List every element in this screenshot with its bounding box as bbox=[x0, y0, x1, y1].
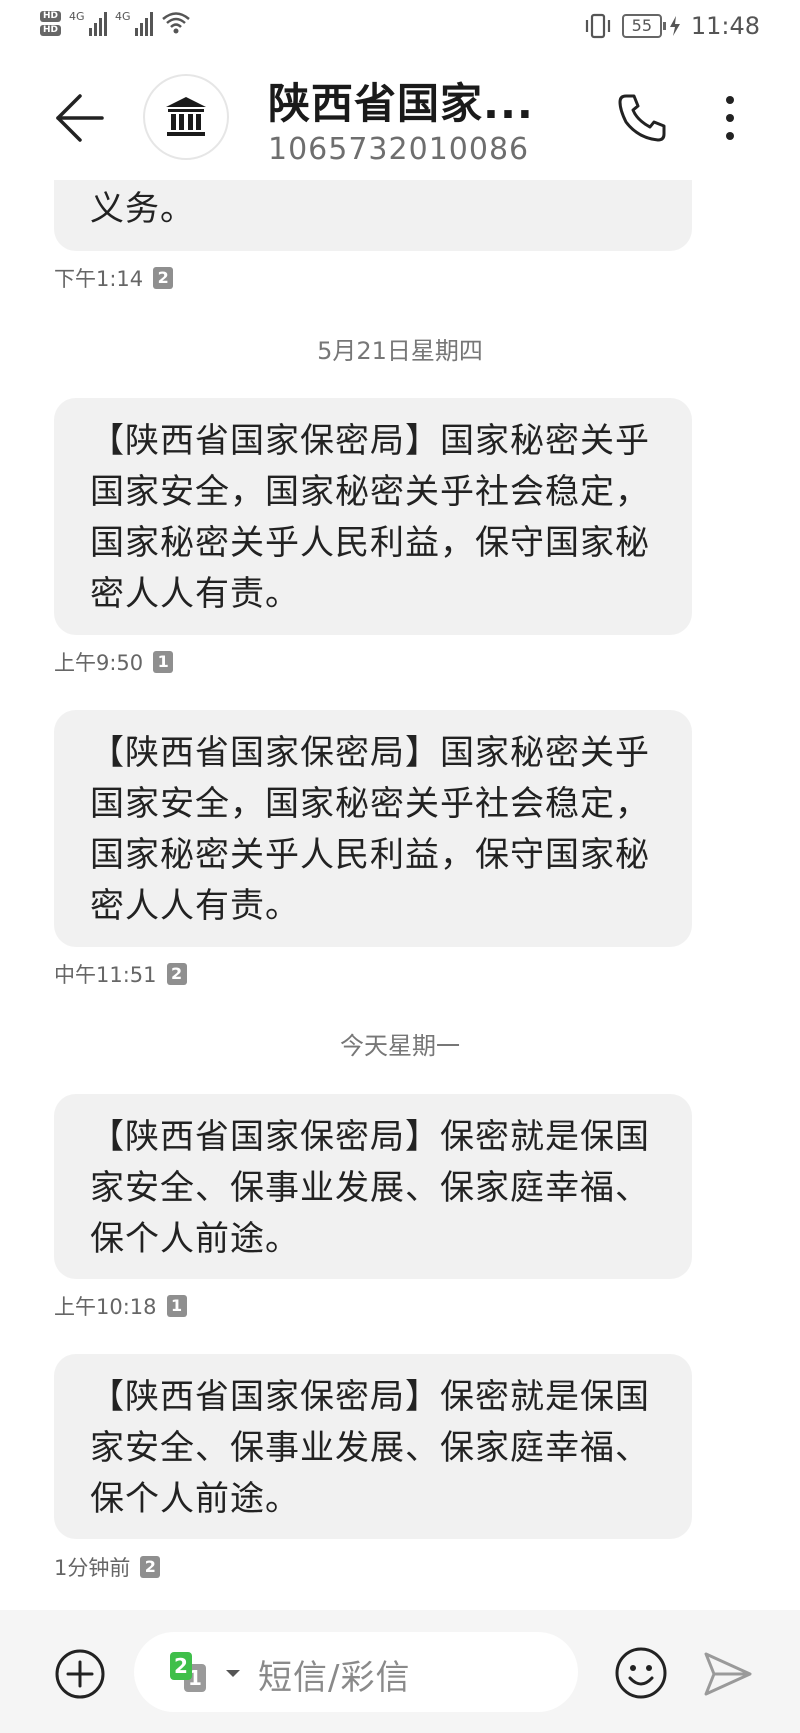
message-text: 义务。 bbox=[90, 189, 195, 229]
message-input[interactable]: 1 2 短信/彩信 bbox=[134, 1632, 578, 1712]
message-time: 上午10:18 bbox=[54, 1295, 157, 1319]
send-icon[interactable] bbox=[702, 1650, 754, 1698]
status-left: HD HD 4G 4G bbox=[40, 10, 191, 36]
message-text: 【陕西省国家保密局】保密就是保国家安全、保事业发展、保家庭幸福、保个人前途。 bbox=[90, 1377, 650, 1519]
conversation-header: 陕西省国家... 1065732010086 bbox=[0, 60, 800, 180]
hd-badge-2: HD bbox=[40, 24, 62, 36]
sim-badge: 2 bbox=[153, 267, 174, 289]
plus-circle-icon[interactable] bbox=[54, 1648, 106, 1700]
contact-number: 1065732010086 bbox=[268, 132, 530, 167]
message-meta: 下午1:14 2 bbox=[54, 263, 174, 293]
message-meta: 中午11:51 2 bbox=[54, 959, 187, 989]
hd-badge-1: HD bbox=[40, 10, 62, 22]
message-time: 下午1:14 bbox=[54, 267, 144, 291]
clock: 11:48 bbox=[690, 12, 760, 40]
message-text: 【陕西省国家保密局】国家秘密关乎国家安全，国家秘密关乎社会稳定，国家秘密关乎人民… bbox=[90, 733, 650, 926]
sim-switch-button[interactable]: 1 2 bbox=[170, 1652, 218, 1694]
signal-1-icon: 4G bbox=[69, 10, 108, 36]
network-type-2: 4G bbox=[115, 10, 131, 23]
message-meta: 上午10:18 1 bbox=[54, 1291, 187, 1321]
bank-icon bbox=[166, 97, 206, 136]
battery-level: 55 bbox=[621, 14, 662, 38]
chevron-down-icon[interactable] bbox=[226, 1670, 240, 1677]
sim-badge: 1 bbox=[166, 1295, 187, 1317]
more-vertical-icon[interactable] bbox=[710, 90, 750, 146]
message-bubble[interactable]: 【陕西省国家保密局】保密就是保国家安全、保事业发展、保家庭幸福、保个人前途。 bbox=[54, 1354, 692, 1539]
date-separator: 今天星期一 bbox=[340, 1032, 460, 1060]
emoji-icon[interactable] bbox=[614, 1646, 668, 1700]
hd-indicators: HD HD bbox=[40, 10, 62, 36]
sim-badge: 1 bbox=[153, 651, 174, 673]
signal-2-icon: 4G bbox=[115, 10, 154, 36]
sim-primary-badge: 2 bbox=[170, 1652, 192, 1680]
date-separator: 5月21日星期四 bbox=[317, 337, 483, 365]
message-input-placeholder: 短信/彩信 bbox=[258, 1658, 411, 1698]
wifi-icon bbox=[162, 12, 190, 34]
phone-icon[interactable] bbox=[614, 90, 670, 146]
message-text: 【陕西省国家保密局】国家秘密关乎国家安全，国家秘密关乎社会稳定，国家秘密关乎人民… bbox=[90, 421, 650, 614]
message-bubble[interactable]: 【陕西省国家保密局】保密就是保国家安全、保事业发展、保家庭幸福、保个人前途。 bbox=[54, 1094, 692, 1279]
status-bar: HD HD 4G 4G 55 11:48 bbox=[0, 0, 800, 56]
sim-badge: 2 bbox=[166, 963, 187, 985]
message-time: 上午9:50 bbox=[54, 651, 144, 675]
avatar[interactable] bbox=[143, 74, 229, 160]
message-meta: 上午9:50 1 bbox=[54, 647, 174, 677]
message-time: 中午11:51 bbox=[54, 963, 157, 987]
vibrate-icon bbox=[585, 13, 610, 39]
message-text: 【陕西省国家保密局】保密就是保国家安全、保事业发展、保家庭幸福、保个人前途。 bbox=[90, 1117, 650, 1259]
network-type-1: 4G bbox=[69, 10, 85, 23]
message-meta: 1分钟前 2 bbox=[54, 1552, 161, 1582]
charging-icon bbox=[669, 16, 680, 36]
status-right: 55 11:48 bbox=[584, 12, 760, 40]
message-bubble[interactable]: 【陕西省国家保密局】国家秘密关乎国家安全，国家秘密关乎社会稳定，国家秘密关乎人民… bbox=[54, 710, 692, 947]
compose-bar: 1 2 短信/彩信 bbox=[0, 1610, 800, 1733]
back-arrow-icon[interactable] bbox=[50, 88, 110, 148]
message-bubble[interactable]: 【陕西省国家保密局】国家秘密关乎国家安全，国家秘密关乎社会稳定，国家秘密关乎人民… bbox=[54, 398, 692, 635]
sim-badge: 2 bbox=[140, 1556, 161, 1578]
battery-icon: 55 bbox=[621, 14, 681, 38]
contact-title: 陕西省国家... bbox=[268, 79, 534, 128]
message-time: 1分钟前 bbox=[54, 1556, 131, 1580]
message-bubble[interactable]: 义务。 bbox=[54, 180, 692, 251]
